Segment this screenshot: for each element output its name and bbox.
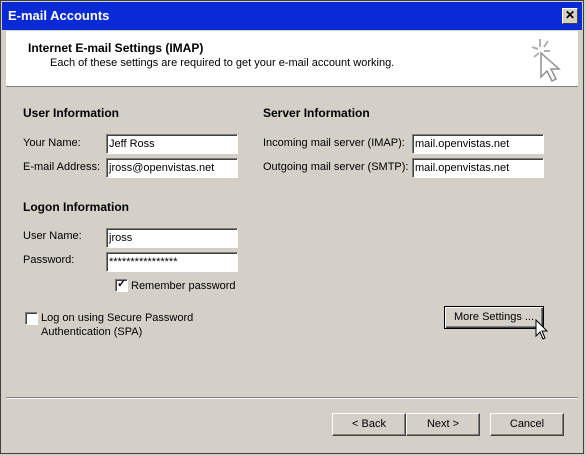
header-subtitle: Each of these settings are required to g… (50, 57, 395, 69)
email-accounts-dialog: E-mail Accounts ✕ Internet E-mail Settin… (0, 0, 584, 454)
password-field[interactable]: **************** (106, 252, 238, 272)
header-title: Internet E-mail Settings (IMAP) (28, 41, 204, 55)
username-field[interactable]: jross (106, 228, 238, 248)
cancel-button[interactable]: Cancel (490, 413, 564, 436)
button-separator (6, 397, 578, 399)
user-info-heading: User Information (23, 106, 120, 120)
spa-label-line1: Log on using Secure Password (41, 312, 194, 324)
mouse-pointer-icon (535, 319, 549, 340)
back-button[interactable]: < Back (332, 413, 406, 436)
outgoing-server-label: Outgoing mail server (SMTP): (263, 161, 409, 173)
name-field[interactable]: Jeff Ross (106, 134, 238, 154)
outgoing-server-field[interactable]: mail.openvistas.net (412, 158, 544, 178)
name-label: Your Name: (23, 137, 81, 149)
next-button[interactable]: Next > (406, 413, 480, 436)
incoming-server-label: Incoming mail server (IMAP): (263, 137, 405, 149)
remember-password-label: Remember password (131, 280, 236, 292)
title-bar[interactable]: E-mail Accounts ✕ (2, 2, 582, 30)
more-settings-button[interactable]: More Settings ... (444, 306, 544, 329)
close-button[interactable]: ✕ (562, 8, 578, 24)
server-info-heading: Server Information (263, 106, 370, 120)
password-label: Password: (23, 254, 75, 266)
checkmark-icon: ✓ (117, 278, 127, 290)
remember-password-checkbox[interactable]: ✓ (115, 278, 128, 292)
spa-checkbox[interactable] (25, 312, 38, 325)
close-icon: ✕ (564, 8, 576, 22)
username-label: User Name: (23, 230, 82, 242)
logon-info-heading: Logon Information (23, 200, 129, 214)
window-title: E-mail Accounts (8, 8, 110, 23)
incoming-server-field[interactable]: mail.openvistas.net (412, 134, 544, 154)
spa-label-line2: Authentication (SPA) (41, 326, 143, 338)
wizard-header: Internet E-mail Settings (IMAP) Each of … (6, 31, 578, 87)
email-field[interactable]: jross@openvistas.net (106, 158, 238, 178)
email-label: E-mail Address: (23, 161, 101, 173)
wizard-cursor-icon (531, 39, 561, 83)
